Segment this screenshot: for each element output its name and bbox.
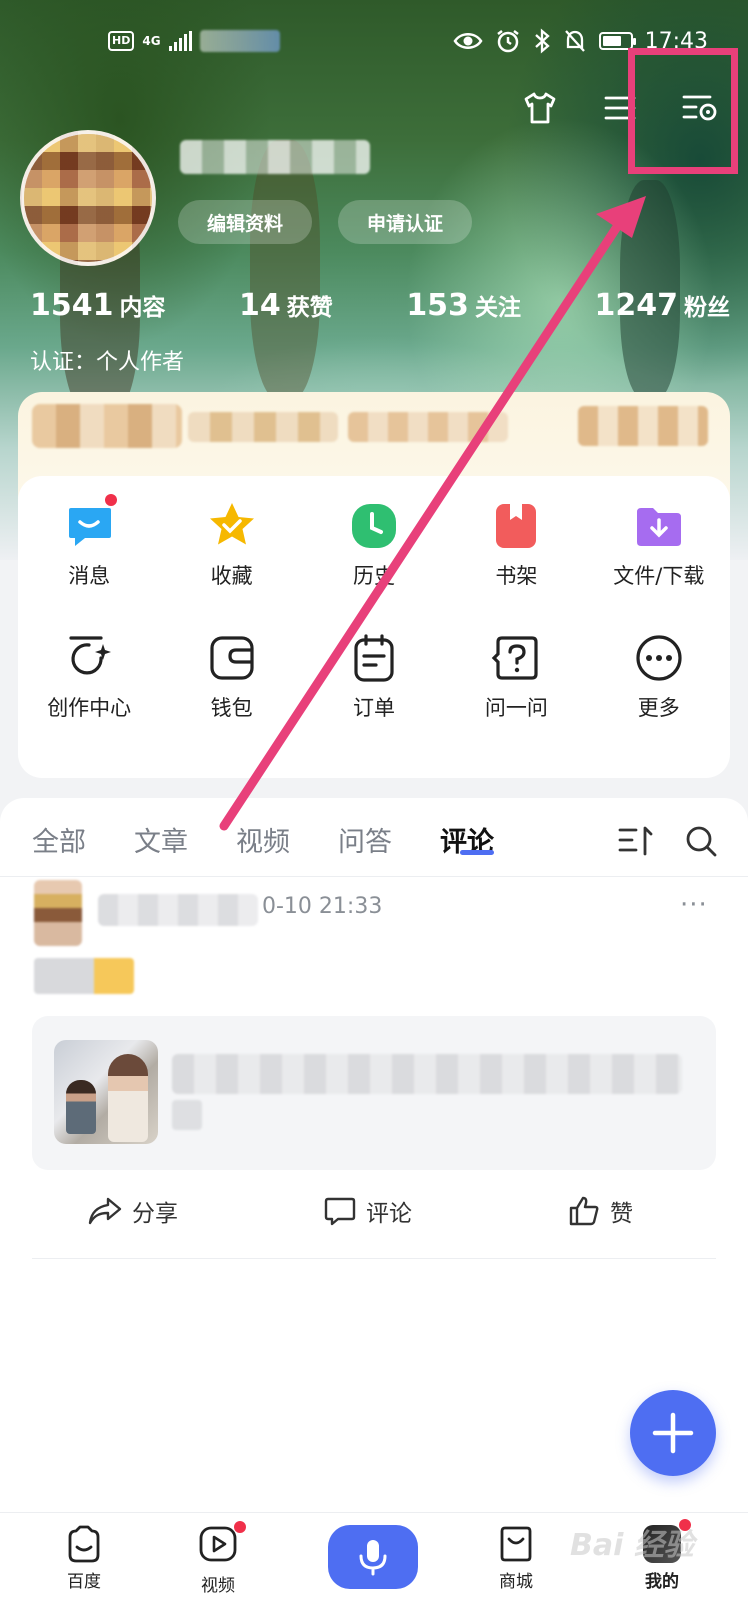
network-type: 4G (142, 34, 161, 48)
article-thumbnail (54, 1040, 158, 1144)
signal-icon (168, 31, 192, 51)
carrier-blurred (199, 30, 280, 52)
shopping-bag-icon (500, 1526, 532, 1562)
menu-item-messages[interactable]: 消息 (18, 494, 160, 590)
edit-profile-button[interactable]: 编辑资料 (178, 200, 312, 244)
avatar[interactable] (20, 130, 156, 266)
stat-following[interactable]: 153 关注 (406, 288, 521, 323)
linked-article-card[interactable] (32, 1016, 716, 1170)
watermark: Bai 经验 (570, 1528, 694, 1563)
menu-item-favorites[interactable]: 收藏 (160, 500, 302, 590)
creator-icon (63, 632, 115, 684)
alarm-icon (496, 30, 519, 53)
menu-item-history[interactable]: 历史 (303, 500, 445, 590)
profile-stats: 1541 内容 14 获赞 153 关注 1247 粉丝 (30, 288, 730, 323)
mute-bell-icon (564, 30, 585, 52)
stat-followers[interactable]: 1247 粉丝 (594, 288, 730, 323)
sort-icon[interactable] (618, 824, 654, 862)
ask-icon (490, 632, 542, 684)
bookshelf-icon (490, 500, 542, 552)
post-timestamp: 0-10 21:33 (262, 894, 383, 919)
baidu-home-icon (68, 1525, 100, 1563)
stat-likes[interactable]: 14 获赞 (239, 288, 333, 323)
thumbs-up-icon (569, 1196, 599, 1226)
clock-icon (348, 500, 400, 552)
verification-label: 认证：个人作者 (30, 350, 185, 375)
tab-videos[interactable]: 视频 (236, 820, 290, 859)
active-tab-indicator (460, 850, 494, 855)
eye-icon (453, 33, 483, 49)
plus-icon (652, 1412, 694, 1454)
voice-search-button[interactable] (328, 1525, 418, 1589)
microphone-icon (359, 1540, 387, 1576)
nav-home[interactable]: 百度 (44, 1525, 124, 1592)
menu-item-ask[interactable]: 问一问 (445, 632, 587, 722)
message-icon (63, 494, 118, 552)
menu-item-orders[interactable]: 订单 (303, 632, 445, 722)
order-icon (348, 632, 400, 684)
post-actions: 分享 评论 赞 (32, 1188, 716, 1238)
share-icon (88, 1197, 122, 1225)
stat-content[interactable]: 1541 内容 (30, 288, 166, 323)
divider (0, 876, 748, 877)
nav-badge-dot (234, 1521, 246, 1533)
nav-video[interactable]: 视频 (178, 1521, 258, 1596)
video-icon (199, 1526, 237, 1562)
menu-item-creator-center[interactable]: 创作中心 (18, 632, 160, 722)
more-options-icon[interactable]: ··· (680, 890, 708, 920)
menu-item-wallet[interactable]: 钱包 (160, 632, 302, 722)
apply-verification-button[interactable]: 申请认证 (338, 200, 472, 244)
post-author-avatar[interactable] (34, 880, 82, 946)
menu-item-more[interactable]: 更多 (588, 632, 730, 722)
username-blurred (180, 140, 370, 174)
nav-mall[interactable]: 商城 (476, 1525, 556, 1592)
star-icon (206, 500, 258, 552)
download-folder-icon (633, 500, 685, 552)
article-title-blurred-line2 (172, 1100, 202, 1130)
more-icon (633, 632, 685, 684)
tshirt-icon[interactable] (520, 88, 560, 128)
tab-all[interactable]: 全部 (32, 820, 86, 859)
comment-button[interactable]: 评论 (324, 1194, 412, 1228)
menu-item-bookshelf[interactable]: 书架 (445, 500, 587, 590)
comment-icon (324, 1197, 356, 1226)
quick-menu-card: 消息 收藏 历史 书架 文件/下载 创作中心 钱包 订单 问一问 更多 (18, 476, 730, 778)
hd-indicator: HD (108, 31, 135, 51)
share-button[interactable]: 分享 (88, 1194, 178, 1228)
article-title-blurred (172, 1054, 682, 1094)
create-post-button[interactable] (630, 1390, 716, 1476)
bluetooth-icon (534, 28, 550, 54)
menu-item-downloads[interactable]: 文件/下载 (588, 500, 730, 590)
divider (32, 1258, 716, 1259)
tab-qa[interactable]: 问答 (338, 820, 392, 859)
unread-dot (105, 494, 118, 506)
annotation-highlight-box (628, 48, 738, 174)
like-button[interactable]: 赞 (568, 1194, 633, 1228)
wallet-icon (206, 632, 258, 684)
content-tabs: 全部 文章 视频 问答 评论 (0, 820, 748, 864)
post-author-name-blurred[interactable] (98, 894, 258, 926)
tab-articles[interactable]: 文章 (134, 820, 188, 859)
comment-text-blurred (34, 958, 134, 994)
search-icon[interactable] (684, 824, 718, 862)
